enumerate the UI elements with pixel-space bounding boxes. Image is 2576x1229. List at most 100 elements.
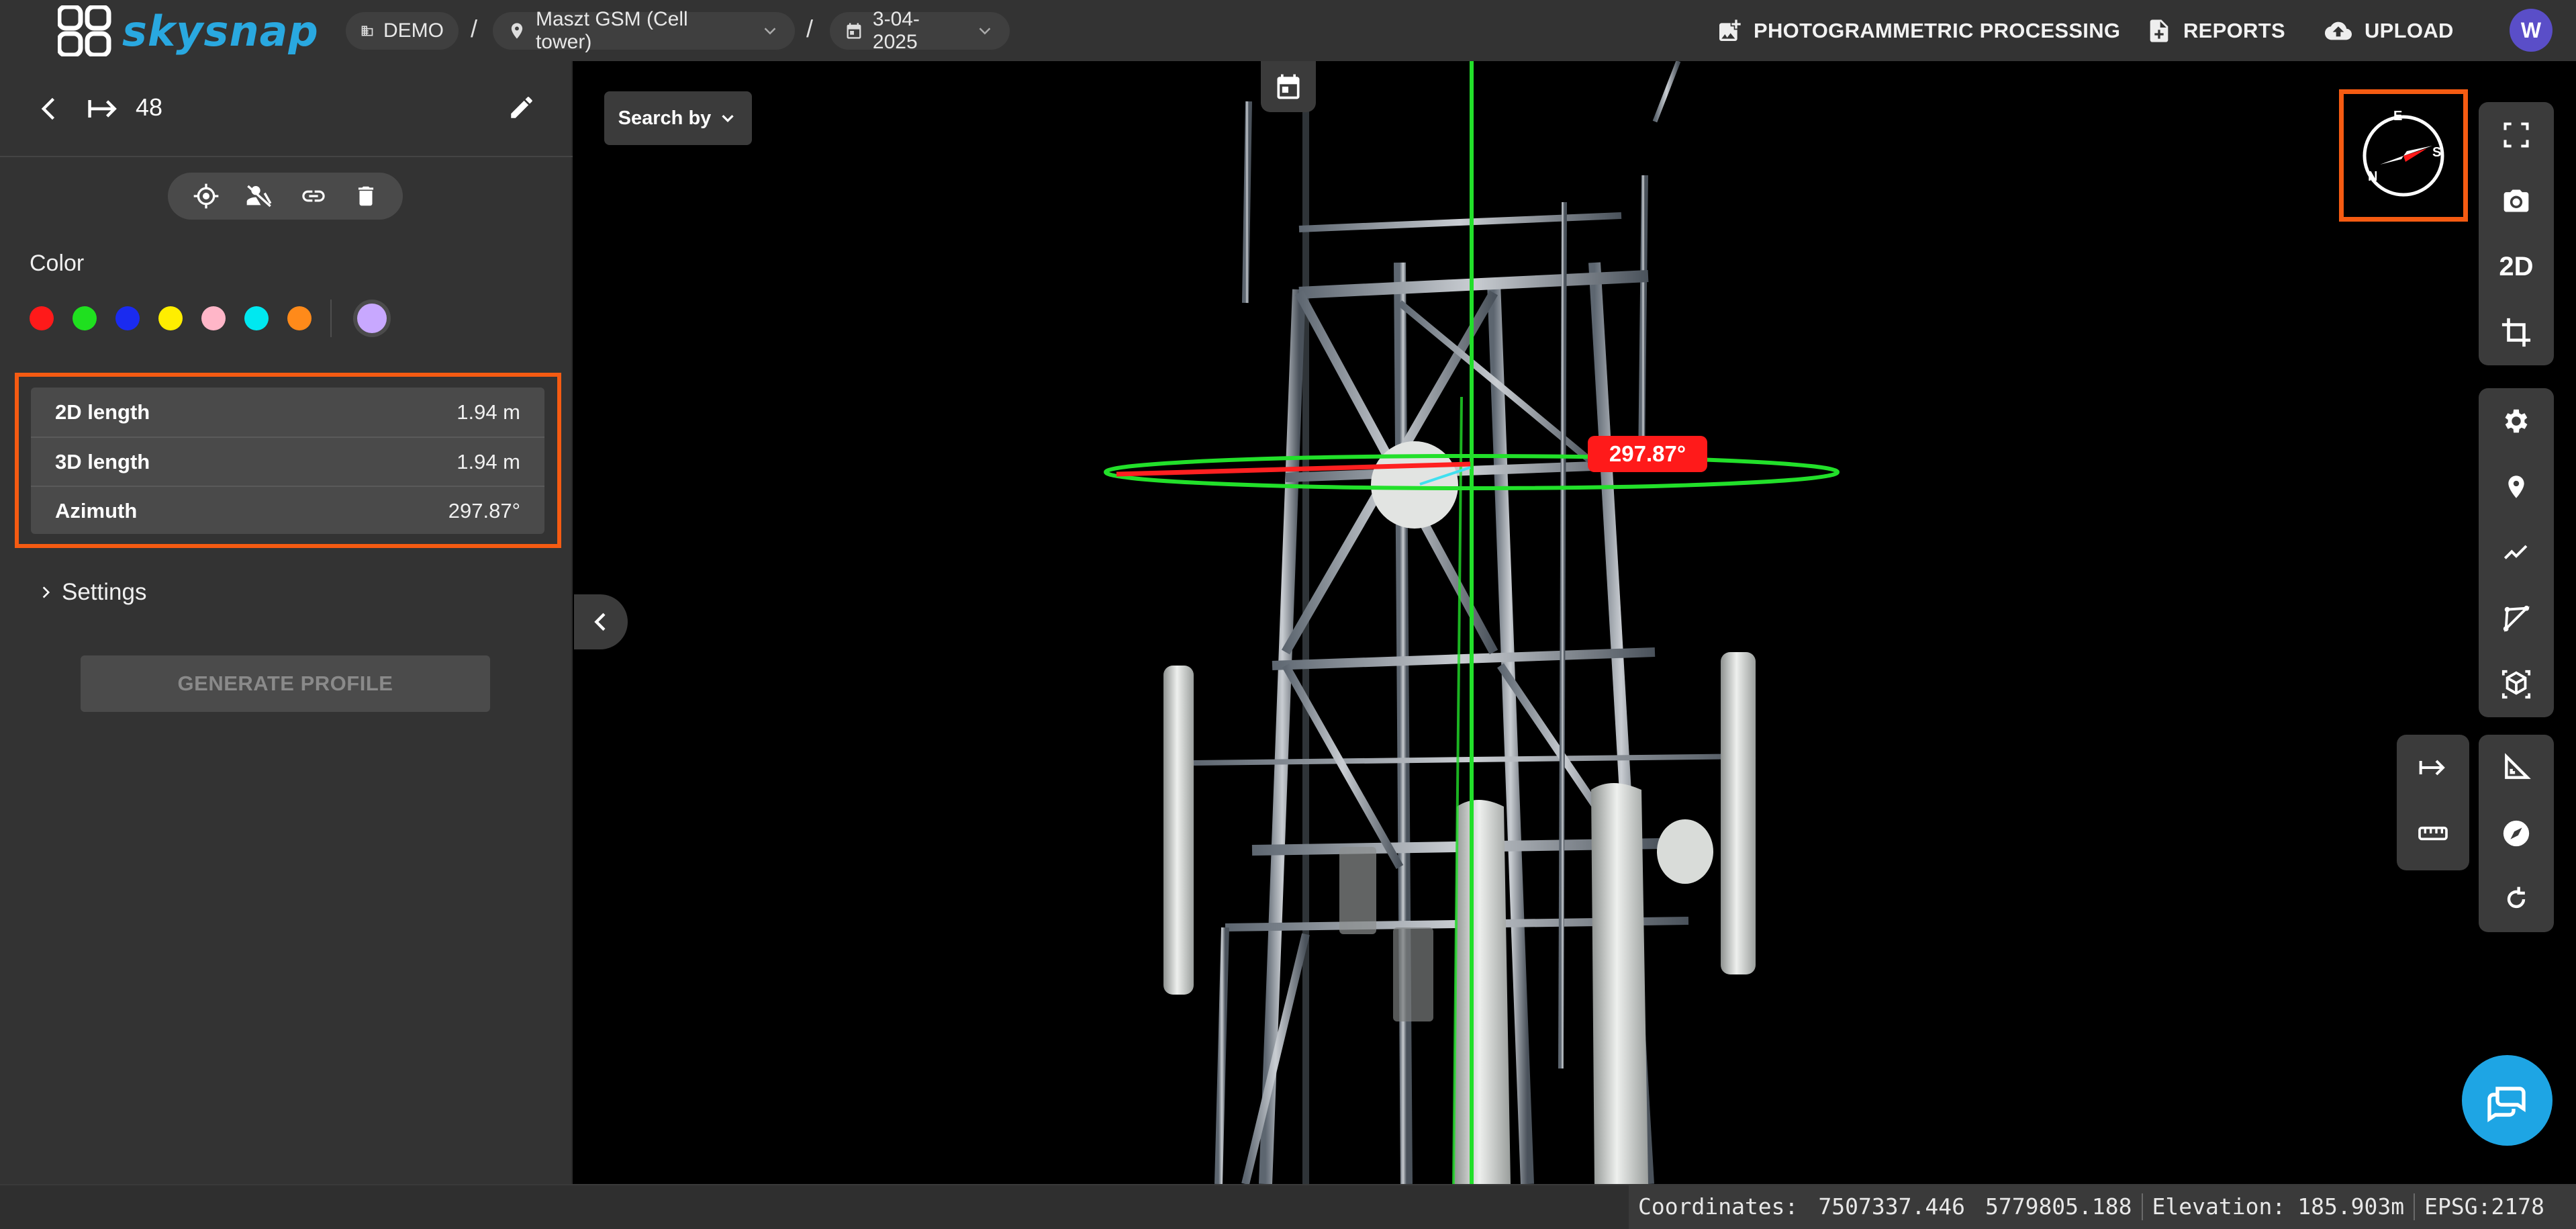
color-swatch-blue[interactable] — [115, 306, 140, 330]
distance-measure-icon — [88, 100, 117, 118]
settings-button[interactable] — [2479, 388, 2554, 454]
generate-profile-button[interactable]: GENERATE PROFILE — [81, 655, 490, 712]
volume-button[interactable] — [2479, 651, 2554, 717]
polyline-icon — [2503, 545, 2528, 559]
fullscreen-button[interactable] — [2479, 102, 2554, 168]
chevron-down-icon — [722, 115, 734, 123]
color-swatch-green[interactable] — [73, 306, 97, 330]
swatch-divider — [330, 300, 332, 337]
breadcrumb-site[interactable]: Maszt GSM (Cell tower) — [493, 8, 795, 53]
color-swatch-yellow[interactable] — [158, 306, 183, 330]
photogrammetric-processing-button[interactable]: PHOTOGRAMMETRIC PROCESSING — [1716, 13, 2120, 48]
coordinates-readout: Coordinates: 7507337.446 5779805.188 Elevat… — [1629, 1184, 2576, 1229]
breadcrumb-site-label: Maszt GSM (Cell tower) — [535, 8, 688, 53]
azimuth-gizmo — [1104, 61, 1840, 1184]
chevron-down-icon — [979, 28, 991, 35]
crop-button[interactable] — [2479, 300, 2554, 365]
search-by-label: Search by — [618, 107, 712, 129]
breadcrumb-separator: / — [806, 15, 814, 42]
compass-south-label: S — [2432, 145, 2441, 160]
breadcrumb-date[interactable]: 3-04-2025 — [830, 8, 1010, 53]
compass-icon: E S N — [2363, 109, 2444, 196]
compass-widget[interactable]: E S N — [2339, 89, 2468, 222]
navigation-button[interactable] — [2479, 801, 2554, 866]
property-value: 1.94 m — [457, 449, 520, 473]
measurement-tools — [168, 173, 403, 220]
ruler-tool-button[interactable] — [2397, 801, 2469, 866]
measurement-id: 48 — [136, 93, 163, 121]
location-pin-icon — [511, 23, 523, 39]
coordinate-x: 7507337.446 — [1818, 1193, 1965, 1220]
angle-measure-button[interactable] — [2479, 735, 2554, 801]
polygon-button[interactable] — [2479, 586, 2554, 651]
add-photo-icon — [1719, 19, 1741, 41]
screenshot-button[interactable] — [2479, 168, 2554, 234]
back-arrow-icon[interactable] — [35, 92, 64, 126]
color-swatch-orange[interactable] — [287, 306, 312, 330]
property-row-2d-length: 2D length 1.94 m — [31, 388, 544, 437]
logo-mark-icon — [58, 5, 111, 56]
point-annotation-button[interactable] — [2479, 454, 2554, 520]
upload-button[interactable]: UPLOAD — [2323, 13, 2454, 48]
coordinates-label: Coordinates: — [1638, 1193, 1799, 1220]
timeline-calendar-tab[interactable] — [1261, 61, 1316, 112]
distance-tool-button[interactable] — [2397, 735, 2469, 801]
chevron-left-icon — [594, 612, 606, 631]
3d-viewer[interactable]: 297.87° — [574, 61, 2576, 1184]
elevation-value: 185.903m — [2297, 1193, 2405, 1220]
reports-label: REPORTS — [2183, 19, 2285, 42]
measurement-sidebar: 48 Color 2D length 1.94 m 3D length 1.94… — [0, 61, 573, 1184]
property-value: 297.87° — [448, 498, 520, 522]
settings-label: Settings — [62, 579, 147, 605]
measure-toolbar — [2479, 735, 2554, 932]
color-swatch-selected-lavender[interactable] — [357, 304, 387, 333]
settings-icon — [2505, 409, 2528, 433]
chat-icon — [2487, 1086, 2526, 1122]
link-icon[interactable] — [299, 183, 328, 210]
breadcrumb-date-label: 3-04-2025 — [872, 8, 920, 53]
locate-icon[interactable] — [193, 183, 220, 210]
cloud-upload-icon — [2325, 21, 2352, 40]
measurement-properties-table: 2D length 1.94 m 3D length 1.94 m Azimut… — [31, 388, 544, 534]
color-swatch-cyan[interactable] — [244, 306, 269, 330]
elevation-label: Elevation: — [2152, 1193, 2286, 1220]
angle-icon — [2505, 753, 2531, 779]
crop-icon — [2501, 318, 2531, 347]
settings-expander[interactable]: Settings — [38, 579, 146, 606]
skysnap-logo[interactable]: skysnap — [58, 4, 319, 58]
reports-button[interactable]: REPORTS — [2146, 13, 2285, 48]
coordinate-y: 5779805.188 — [1985, 1193, 2132, 1220]
camera-icon — [2503, 189, 2529, 212]
measurement-properties-highlight: 2D length 1.94 m 3D length 1.94 m Azimut… — [15, 373, 561, 548]
color-swatch-red[interactable] — [30, 306, 54, 330]
upload-label: UPLOAD — [2365, 19, 2454, 42]
annotation-toolbar — [2479, 388, 2554, 717]
compass-nav-icon — [2503, 820, 2530, 847]
logo-wordmark: skysnap — [122, 6, 319, 56]
breadcrumb-org-label: DEMO — [383, 19, 444, 42]
color-label: Color — [30, 251, 85, 276]
collapse-sidebar-button[interactable] — [574, 594, 628, 649]
property-label: 2D length — [55, 400, 150, 424]
polygon-icon — [2503, 605, 2530, 633]
user-avatar[interactable]: W — [2510, 9, 2553, 52]
search-by-dropdown[interactable]: Search by — [604, 91, 752, 145]
ruler-icon — [2418, 826, 2448, 841]
polyline-button[interactable] — [2479, 520, 2554, 586]
color-swatches — [30, 300, 387, 337]
pin-icon — [2508, 475, 2524, 498]
delete-icon[interactable] — [353, 183, 379, 210]
calendar-icon — [847, 23, 861, 39]
fullscreen-icon — [2503, 122, 2529, 148]
chevron-right-icon — [42, 586, 50, 598]
reset-rotation-button[interactable] — [2479, 866, 2554, 932]
breadcrumb-org[interactable]: DEMO — [346, 12, 459, 50]
support-chat-button[interactable] — [2462, 1055, 2553, 1146]
edit-pencil-icon[interactable] — [508, 93, 536, 122]
property-label: Azimuth — [55, 498, 138, 522]
hide-icon[interactable] — [244, 183, 274, 210]
chevron-down-icon — [764, 28, 776, 35]
color-swatch-pink[interactable] — [201, 306, 226, 330]
toggle-2d-button[interactable]: 2D — [2479, 234, 2554, 300]
rotate-icon — [2507, 886, 2526, 909]
